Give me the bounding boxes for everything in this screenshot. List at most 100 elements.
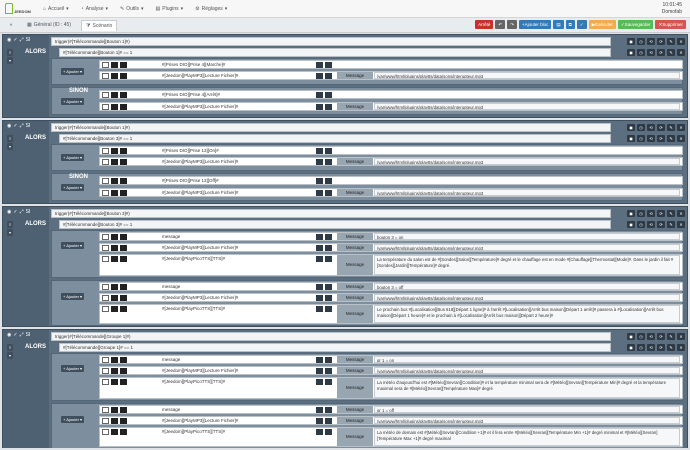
- cube-icon[interactable]: [325, 104, 332, 110]
- message-field[interactable]: Le prochain bus #[Localisation][Bus 618]…: [374, 305, 680, 323]
- log-checkbox[interactable]: [120, 306, 127, 312]
- tool-icon[interactable]: ⟲: [647, 124, 655, 131]
- cube-icon[interactable]: [325, 357, 332, 363]
- tool-icon[interactable]: ⟳: [657, 344, 665, 351]
- tool-icon[interactable]: ✎: [667, 221, 675, 228]
- tool-icon[interactable]: ◷: [637, 221, 645, 228]
- cube-icon[interactable]: [325, 159, 332, 165]
- cube-icon[interactable]: [325, 429, 332, 435]
- menu-accueil[interactable]: ⌂ Accueil ▾: [43, 6, 69, 12]
- log-checkbox[interactable]: [120, 104, 127, 110]
- message-field[interactable]: /var/www/html/plugins/playtts/data/sons/…: [374, 367, 680, 374]
- tool-icon[interactable]: ⟲: [647, 49, 655, 56]
- tool-icon[interactable]: ✎: [667, 344, 675, 351]
- tool-icon[interactable]: ✕: [677, 210, 685, 217]
- tool-icon[interactable]: ◼: [627, 38, 635, 45]
- log-button[interactable]: ▤: [553, 20, 564, 29]
- add-action-button[interactable]: + Ajouter ▾: [61, 154, 85, 161]
- tool-icon[interactable]: ◼: [627, 49, 635, 56]
- log-checkbox[interactable]: [120, 178, 127, 184]
- tool-icon[interactable]: ◷: [637, 124, 645, 131]
- parallel-checkbox[interactable]: [111, 407, 118, 413]
- parallel-checkbox[interactable]: [111, 429, 118, 435]
- action-command[interactable]: #[Jeedom][PlayMP3][Lecture Fichier]#: [160, 244, 308, 251]
- log-checkbox[interactable]: [120, 295, 127, 301]
- message-field[interactable]: /var/www/html/plugins/playtts/data/sons/…: [374, 244, 680, 251]
- list-icon[interactable]: [316, 104, 323, 110]
- delete-button[interactable]: ✕ Supprimer: [655, 20, 686, 29]
- tool-icon[interactable]: ✕: [677, 135, 685, 142]
- eye-icon[interactable]: ◉: [7, 209, 11, 215]
- action-command[interactable]: #[Jeedom][PlayMP3][Lecture Fichier]#: [160, 103, 308, 110]
- expand-button[interactable]: ▾: [7, 229, 14, 236]
- list-icon[interactable]: [316, 306, 323, 312]
- tool-icon[interactable]: ◼: [627, 124, 635, 131]
- tool-icon[interactable]: ⟳: [657, 38, 665, 45]
- parallel-checkbox[interactable]: [111, 234, 118, 240]
- list-icon[interactable]: [316, 368, 323, 374]
- cube-icon[interactable]: [325, 306, 332, 312]
- enable-checkbox[interactable]: [102, 104, 109, 110]
- log-checkbox[interactable]: [120, 73, 127, 79]
- message-field[interactable]: /var/www/html/plugins/playtts/data/sons/…: [374, 158, 680, 165]
- parallel-checkbox[interactable]: [111, 73, 118, 79]
- parallel-checkbox[interactable]: [111, 306, 118, 312]
- tool-icon[interactable]: ⟳: [657, 124, 665, 131]
- eye-icon[interactable]: ◉: [7, 37, 11, 43]
- list-icon[interactable]: [316, 429, 323, 435]
- copy-button[interactable]: ⧉: [565, 20, 575, 29]
- log-checkbox[interactable]: [120, 368, 127, 374]
- tab-general[interactable]: ▦ Général (ID : 45): [23, 20, 75, 31]
- tool-icon[interactable]: ✕: [677, 344, 685, 351]
- list-icon[interactable]: [316, 418, 323, 424]
- list-icon[interactable]: [316, 159, 323, 165]
- action-command[interactable]: #[Jeedom][PlayPicoTTS][TTS]#: [160, 378, 308, 385]
- parallel-checkbox[interactable]: [111, 256, 118, 262]
- enable-checkbox[interactable]: [102, 92, 109, 98]
- message-field[interactable]: La météo de demain est #[Météo][Sevran][…: [374, 428, 680, 446]
- log-checkbox[interactable]: [120, 379, 127, 385]
- add-action-button[interactable]: + Ajouter ▾: [61, 365, 85, 372]
- log-checkbox[interactable]: [120, 148, 127, 154]
- list-icon[interactable]: [316, 379, 323, 385]
- cube-icon[interactable]: [325, 418, 332, 424]
- check-icon[interactable]: ✓: [13, 123, 17, 129]
- tool-icon[interactable]: ◼: [627, 333, 635, 340]
- parallel-checkbox[interactable]: [111, 148, 118, 154]
- parallel-checkbox[interactable]: [111, 190, 118, 196]
- action-command[interactable]: message: [160, 356, 308, 363]
- undo-button[interactable]: ↶: [495, 20, 506, 29]
- action-command[interactable]: #[Jeedom][PlayPicoTTS][TTS]#: [160, 428, 308, 435]
- eye-icon[interactable]: ◉: [7, 123, 11, 129]
- tool-icon[interactable]: ◼: [627, 135, 635, 142]
- parallel-checkbox[interactable]: [111, 379, 118, 385]
- cube-icon[interactable]: [325, 178, 332, 184]
- list-icon[interactable]: [316, 190, 323, 196]
- cube-icon[interactable]: [325, 62, 332, 68]
- cube-icon[interactable]: [325, 256, 332, 262]
- action-command[interactable]: message: [160, 283, 308, 290]
- enable-checkbox[interactable]: [102, 148, 109, 154]
- tool-icon[interactable]: ✎: [667, 333, 675, 340]
- tool-icon[interactable]: ✕: [677, 124, 685, 131]
- cube-icon[interactable]: [325, 407, 332, 413]
- menu-icon[interactable]: ≡: [7, 221, 14, 228]
- log-checkbox[interactable]: [120, 407, 127, 413]
- tool-icon[interactable]: ⟳: [657, 49, 665, 56]
- action-command[interactable]: #[Jeedom][PlayMP3][Lecture Fichier]#: [160, 189, 308, 196]
- tool-icon[interactable]: ◷: [637, 38, 645, 45]
- action-command[interactable]: #[Jeedom][PlayMP3][Lecture Fichier]#: [160, 367, 308, 374]
- cube-icon[interactable]: [325, 379, 332, 385]
- action-command[interactable]: message: [160, 233, 308, 240]
- tool-icon[interactable]: ◼: [627, 210, 635, 217]
- enable-checkbox[interactable]: [102, 73, 109, 79]
- message-field[interactable]: /var/www/html/plugins/playtts/data/sons/…: [374, 103, 680, 110]
- check-icon[interactable]: ✓: [13, 37, 17, 43]
- message-field[interactable]: /var/www/html/plugins/playtts/data/sons/…: [374, 72, 680, 79]
- expand-icon[interactable]: ⤢: [20, 209, 24, 215]
- message-field[interactable]: gr 1 = off: [374, 406, 680, 413]
- log-checkbox[interactable]: [120, 234, 127, 240]
- log-checkbox[interactable]: [120, 92, 127, 98]
- message-field[interactable]: La température du salon est de #[Sondes]…: [374, 255, 680, 275]
- action-command[interactable]: #[Jeedom][PlayPicoTTS][TTS]#: [160, 255, 308, 262]
